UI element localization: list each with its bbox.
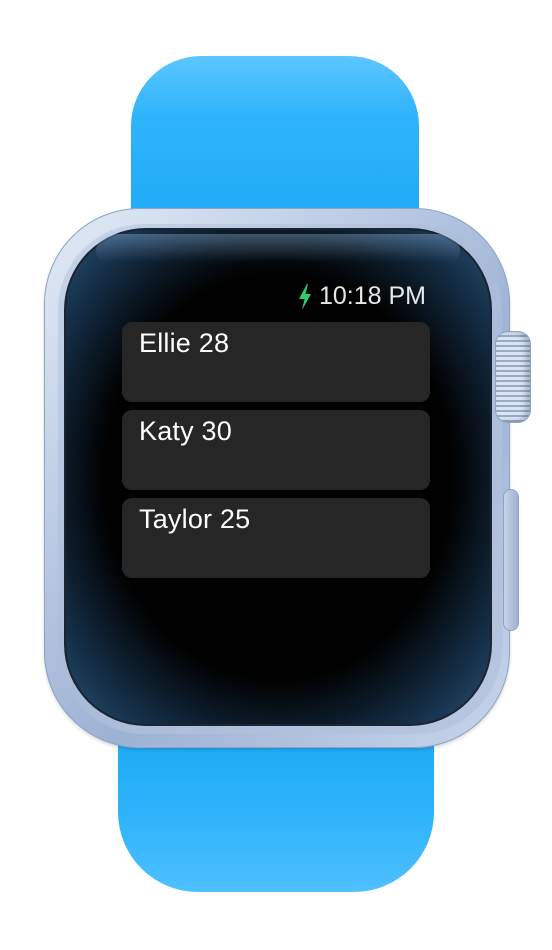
list-item-label: Katy 30	[139, 416, 232, 446]
status-time: 10:18 PM	[318, 282, 426, 310]
status-bar: 10:18 PM	[297, 282, 426, 311]
screen-glass-shine	[96, 234, 460, 262]
list-item[interactable]: Ellie 28	[122, 322, 430, 402]
watch-screen: 10:18 PM Ellie 28 Katy 30 Taylor 25	[96, 270, 456, 690]
side-button[interactable]	[504, 490, 518, 630]
digital-crown[interactable]	[496, 332, 530, 422]
list-item-label: Taylor 25	[139, 504, 251, 534]
apple-watch-device: 10:18 PM Ellie 28 Katy 30 Taylor 25	[0, 0, 552, 950]
bolt-icon	[298, 283, 311, 310]
list-item[interactable]: Taylor 25	[122, 498, 430, 578]
list-item[interactable]: Katy 30	[122, 410, 430, 490]
list-item-label: Ellie 28	[139, 328, 230, 358]
